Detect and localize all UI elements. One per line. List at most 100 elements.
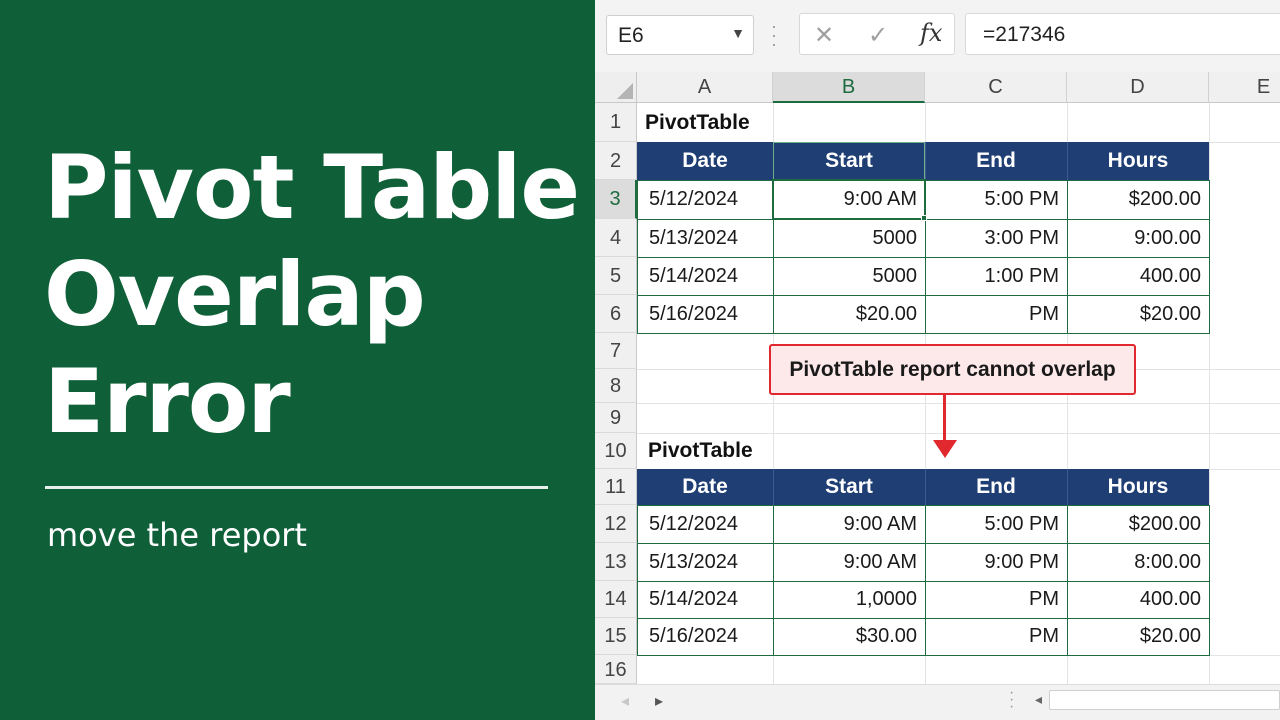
pivot2-header-start[interactable]: Start	[773, 469, 925, 505]
formula-input[interactable]: =217346	[965, 13, 1280, 55]
header-separator	[1067, 469, 1068, 505]
fill-handle[interactable]	[921, 215, 927, 221]
cell-d14[interactable]: 400.00	[1067, 581, 1209, 618]
row-header-13[interactable]: 13	[595, 543, 637, 581]
pivot-label-1: PivotTable	[645, 110, 750, 134]
row-header-11[interactable]: 11	[595, 469, 637, 505]
cell-a4[interactable]: 5/13/2024	[637, 219, 773, 257]
cell-d12[interactable]: $200.00	[1067, 505, 1209, 543]
error-callout: PivotTable report cannot overlap	[769, 344, 1136, 395]
header-separator	[773, 469, 774, 505]
cell-a12[interactable]: 5/12/2024	[637, 505, 773, 543]
row-header-7[interactable]: 7	[595, 333, 637, 369]
row-header-5[interactable]: 5	[595, 257, 637, 295]
sheet-tabs-area[interactable]	[705, 685, 1005, 720]
formula-buttons: ✕ ✓ fx	[799, 13, 955, 55]
row-header-12[interactable]: 12	[595, 505, 637, 543]
title-line-2: Overlap	[44, 243, 426, 346]
cell-a6[interactable]: 5/16/2024	[637, 295, 773, 333]
select-all-triangle-icon	[617, 83, 633, 99]
cell-a3[interactable]: 5/12/2024	[637, 180, 773, 219]
cell-a15[interactable]: 5/16/2024	[637, 618, 773, 655]
fx-icon[interactable]: fx	[920, 19, 942, 47]
row-header-3[interactable]: 3	[595, 180, 637, 219]
chevron-down-icon[interactable]: ▼	[731, 25, 745, 41]
row-header-15[interactable]: 15	[595, 618, 637, 655]
arrow-down-icon	[933, 440, 957, 458]
row-header-8[interactable]: 8	[595, 369, 637, 403]
name-box-value: E6	[618, 24, 644, 47]
cancel-x-icon[interactable]: ✕	[814, 21, 834, 50]
cell-c12[interactable]: 5:00 PM	[925, 505, 1067, 543]
pivot1-header-end[interactable]: End	[925, 142, 1067, 180]
cell-d13[interactable]: 8:00.00	[1067, 543, 1209, 581]
cell-c3[interactable]: 5:00 PM	[925, 180, 1067, 219]
column-header-a[interactable]: A	[637, 72, 773, 103]
gridline	[637, 403, 1280, 404]
pivot2-header-hours[interactable]: Hours	[1067, 469, 1209, 505]
column-header-d[interactable]: D	[1067, 72, 1209, 103]
pivot-label-2: PivotTable	[648, 439, 753, 462]
cell-b6[interactable]: $20.00	[773, 295, 925, 333]
row-header-10[interactable]: 10	[595, 433, 637, 469]
formula-bar: E6 ▼ · · · ✕ ✓ fx =217346	[595, 0, 1280, 72]
column-header-c[interactable]: C	[925, 72, 1067, 103]
callout-arrow-shaft	[943, 395, 946, 445]
row-header-9[interactable]: 9	[595, 403, 637, 433]
cell-d5[interactable]: 400.00	[1067, 257, 1209, 295]
sheet-scrollbar: ◂ ▸ · · · ◂	[595, 684, 1280, 720]
subtitle: move the report	[47, 516, 307, 554]
vertical-dots-icon[interactable]: · · ·	[1009, 685, 1014, 715]
header-separator	[925, 142, 926, 180]
name-box[interactable]: E6 ▼	[606, 15, 754, 55]
cell-d3[interactable]: $200.00	[1067, 180, 1209, 219]
spreadsheet-grid[interactable]: A B C D E 1 2 3 4 5 6 7 8 9 10 11 12 13 …	[595, 72, 1280, 684]
cell-b4[interactable]: 5000	[773, 219, 925, 257]
column-header-b[interactable]: B	[773, 72, 925, 103]
row-header-6[interactable]: 6	[595, 295, 637, 333]
cell-c13[interactable]: 9:00 PM	[925, 543, 1067, 581]
excel-window: E6 ▼ · · · ✕ ✓ fx =217346 A B C D E 1 2 3 …	[595, 0, 1280, 720]
header-separator	[1067, 142, 1068, 180]
formula-value: =217346	[983, 23, 1066, 46]
horizontal-scroll-thumb[interactable]	[1049, 690, 1280, 710]
cell-c15[interactable]: PM	[925, 618, 1067, 655]
cell-d15[interactable]: $20.00	[1067, 618, 1209, 655]
column-header-e[interactable]: E	[1209, 72, 1280, 103]
pivot2-header-date[interactable]: Date	[637, 469, 773, 505]
select-all-corner[interactable]	[595, 72, 637, 103]
row-header-14[interactable]: 14	[595, 581, 637, 618]
cell-b5[interactable]: 5000	[773, 257, 925, 295]
pivot2-header-end[interactable]: End	[925, 469, 1067, 505]
row-header-16[interactable]: 16	[595, 655, 637, 684]
pivot1-header-start[interactable]: Start	[773, 142, 925, 180]
pivot1-header-date[interactable]: Date	[637, 142, 773, 180]
scroll-left-icon[interactable]: ◂	[621, 691, 629, 711]
row-header-4[interactable]: 4	[595, 219, 637, 257]
active-cell-selection	[772, 179, 926, 220]
cell-a14[interactable]: 5/14/2024	[637, 581, 773, 618]
cell-c5[interactable]: 1:00 PM	[925, 257, 1067, 295]
row-header-1[interactable]: 1	[595, 103, 637, 142]
cell-d6[interactable]: $20.00	[1067, 295, 1209, 333]
vertical-dots-icon[interactable]: · · ·	[771, 17, 777, 53]
scroll-right-icon[interactable]: ▸	[655, 691, 663, 711]
scroll-left-button-icon[interactable]: ◂	[1035, 691, 1042, 708]
cell-d4[interactable]: 9:00.00	[1067, 219, 1209, 257]
checkmark-icon[interactable]: ✓	[868, 21, 888, 50]
cell-c4[interactable]: 3:00 PM	[925, 219, 1067, 257]
cell-b13[interactable]: 9:00 AM	[773, 543, 925, 581]
cell-b12[interactable]: 9:00 AM	[773, 505, 925, 543]
cell-c14[interactable]: PM	[925, 581, 1067, 618]
row-header-2[interactable]: 2	[595, 142, 637, 180]
pivot1-header-hours[interactable]: Hours	[1067, 142, 1209, 180]
title-line-3: Error	[44, 350, 291, 453]
cell-b15[interactable]: $30.00	[773, 618, 925, 655]
cell-b14[interactable]: 1,0000	[773, 581, 925, 618]
cell-c6[interactable]: PM	[925, 295, 1067, 333]
title-panel: Pivot Table Overlap Error move the repor…	[0, 0, 595, 720]
cell-a5[interactable]: 5/14/2024	[637, 257, 773, 295]
title-divider	[45, 486, 548, 489]
header-separator	[925, 469, 926, 505]
cell-a13[interactable]: 5/13/2024	[637, 543, 773, 581]
